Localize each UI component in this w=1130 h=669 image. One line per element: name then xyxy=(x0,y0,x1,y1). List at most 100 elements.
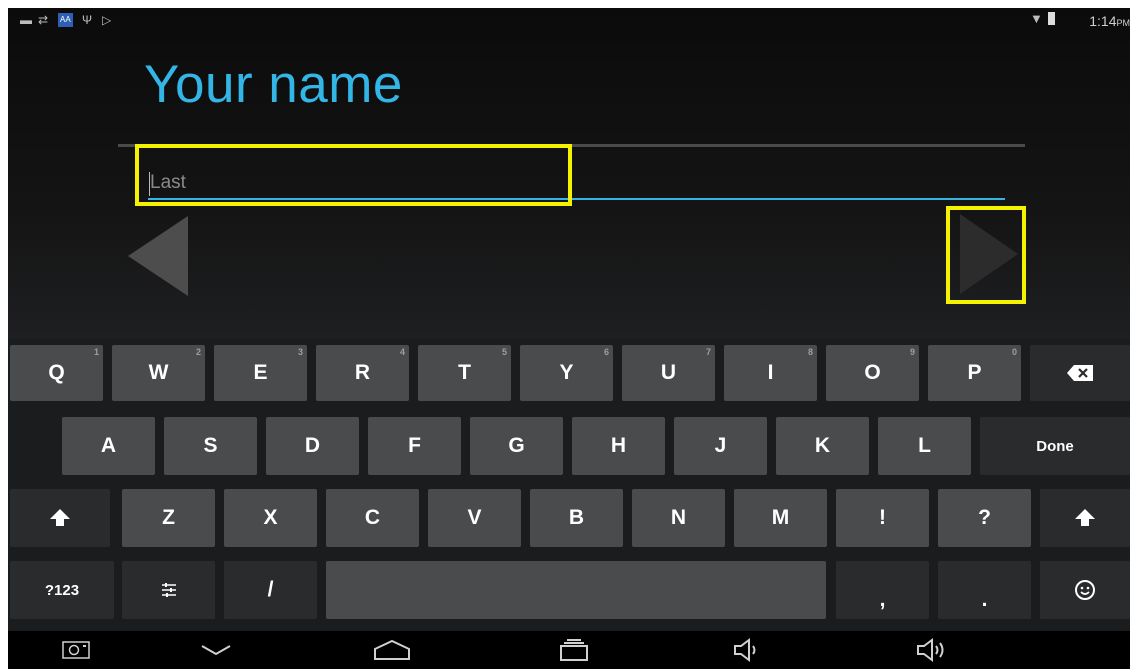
key-e[interactable]: E3 xyxy=(214,345,307,401)
key-m[interactable]: M xyxy=(734,489,827,547)
play-store-icon: ▷ xyxy=(102,13,112,27)
key-j[interactable]: J xyxy=(674,417,767,475)
symbols-key[interactable]: ?123 xyxy=(10,561,114,619)
key-label: R xyxy=(354,361,371,384)
key-k[interactable]: K xyxy=(776,417,869,475)
device-screen: ▬ ⇄ AA Ψ ▷ ▼ 1:14PM Your name Q1 W2 E3 R… xyxy=(8,8,1130,669)
shift-key-left[interactable] xyxy=(10,489,110,547)
key-label: I xyxy=(767,361,774,384)
key-label: G xyxy=(508,434,525,457)
key-a[interactable]: A xyxy=(62,417,155,475)
key-label: / xyxy=(267,578,274,601)
done-key[interactable]: Done xyxy=(980,417,1130,475)
backspace-key[interactable] xyxy=(1030,345,1130,401)
hide-keyboard-icon[interactable] xyxy=(196,636,236,664)
keyboard-badge-icon: AA xyxy=(58,13,73,27)
backspace-icon xyxy=(1067,365,1093,381)
key-label: Q xyxy=(48,361,65,384)
key-label: D xyxy=(304,434,321,457)
done-label: Done xyxy=(1036,437,1074,455)
sync-icon: ⇄ xyxy=(38,13,49,27)
key-label: ? xyxy=(978,506,991,529)
key-label: L xyxy=(918,434,931,457)
key-hint: 8 xyxy=(807,347,813,357)
screenshot-icon: ▬ xyxy=(20,13,32,27)
page-title: Your name xyxy=(144,55,403,114)
key-label: V xyxy=(467,506,482,529)
key-q[interactable]: Q1 xyxy=(10,345,103,401)
key-l[interactable]: L xyxy=(878,417,971,475)
key-v[interactable]: V xyxy=(428,489,521,547)
keyboard-settings-icon xyxy=(161,583,176,597)
key-label: H xyxy=(610,434,627,457)
key-hint: 4 xyxy=(399,347,405,357)
key-label: S xyxy=(203,434,218,457)
status-bar: ▬ ⇄ AA Ψ ▷ ▼ 1:14PM xyxy=(8,8,1130,34)
key-label: W xyxy=(148,361,169,384)
period-key[interactable]: . xyxy=(938,561,1031,619)
key-s[interactable]: S xyxy=(164,417,257,475)
key-hint: 7 xyxy=(705,347,711,357)
key-label: O xyxy=(864,361,881,384)
key-o[interactable]: O9 xyxy=(826,345,919,401)
comma-key[interactable]: , xyxy=(836,561,929,619)
key-h[interactable]: H xyxy=(572,417,665,475)
key-w[interactable]: W2 xyxy=(112,345,205,401)
key-label: E xyxy=(253,361,268,384)
key-f[interactable]: F xyxy=(368,417,461,475)
key-n[interactable]: N xyxy=(632,489,725,547)
key-hint: 6 xyxy=(603,347,609,357)
key-label: J xyxy=(714,434,727,457)
key-label: T xyxy=(458,361,471,384)
clock-time: 1:14 xyxy=(1089,13,1117,29)
battery-icon xyxy=(1048,12,1055,25)
clock: 1:14PM xyxy=(1089,13,1130,29)
usb-icon: Ψ xyxy=(82,13,93,27)
shift-icon xyxy=(1075,509,1095,526)
volume-down-icon[interactable] xyxy=(730,636,766,664)
back-arrow-icon[interactable] xyxy=(128,216,188,296)
key-label: F xyxy=(408,434,421,457)
clock-ampm: PM xyxy=(1116,18,1130,28)
key-z[interactable]: Z xyxy=(122,489,215,547)
key-u[interactable]: U7 xyxy=(622,345,715,401)
key-d[interactable]: D xyxy=(266,417,359,475)
recent-apps-icon[interactable] xyxy=(556,636,592,664)
key-hint: 5 xyxy=(501,347,507,357)
camera-icon[interactable] xyxy=(58,636,94,664)
key-exclamation[interactable]: ! xyxy=(836,489,929,547)
key-hint: 1 xyxy=(93,347,99,357)
key-x[interactable]: X xyxy=(224,489,317,547)
key-c[interactable]: C xyxy=(326,489,419,547)
home-icon[interactable] xyxy=(370,636,414,664)
key-b[interactable]: B xyxy=(530,489,623,547)
key-label: P xyxy=(967,361,982,384)
key-label: A xyxy=(100,434,117,457)
key-label: M xyxy=(771,506,790,529)
key-t[interactable]: T5 xyxy=(418,345,511,401)
space-key[interactable] xyxy=(326,561,826,619)
input-highlight-box xyxy=(135,144,572,206)
wifi-icon: ▼ xyxy=(1030,11,1043,26)
key-hint: 2 xyxy=(195,347,201,357)
key-p[interactable]: P0 xyxy=(928,345,1021,401)
key-y[interactable]: Y6 xyxy=(520,345,613,401)
volume-up-icon[interactable] xyxy=(913,636,953,664)
key-hint: 9 xyxy=(909,347,915,357)
key-label: K xyxy=(814,434,831,457)
emoji-key[interactable] xyxy=(1040,561,1130,619)
key-label: Y xyxy=(559,361,574,384)
shift-key-right[interactable] xyxy=(1040,489,1130,547)
key-label: B xyxy=(568,506,585,529)
slash-key[interactable]: / xyxy=(224,561,317,619)
key-label: N xyxy=(670,506,687,529)
key-g[interactable]: G xyxy=(470,417,563,475)
keyboard-settings-key[interactable] xyxy=(122,561,215,619)
navigation-bar xyxy=(8,631,1130,669)
key-label: U xyxy=(660,361,677,384)
key-label: , xyxy=(879,588,886,611)
key-question[interactable]: ? xyxy=(938,489,1031,547)
key-r[interactable]: R4 xyxy=(316,345,409,401)
key-label: ! xyxy=(879,506,886,529)
key-i[interactable]: I8 xyxy=(724,345,817,401)
